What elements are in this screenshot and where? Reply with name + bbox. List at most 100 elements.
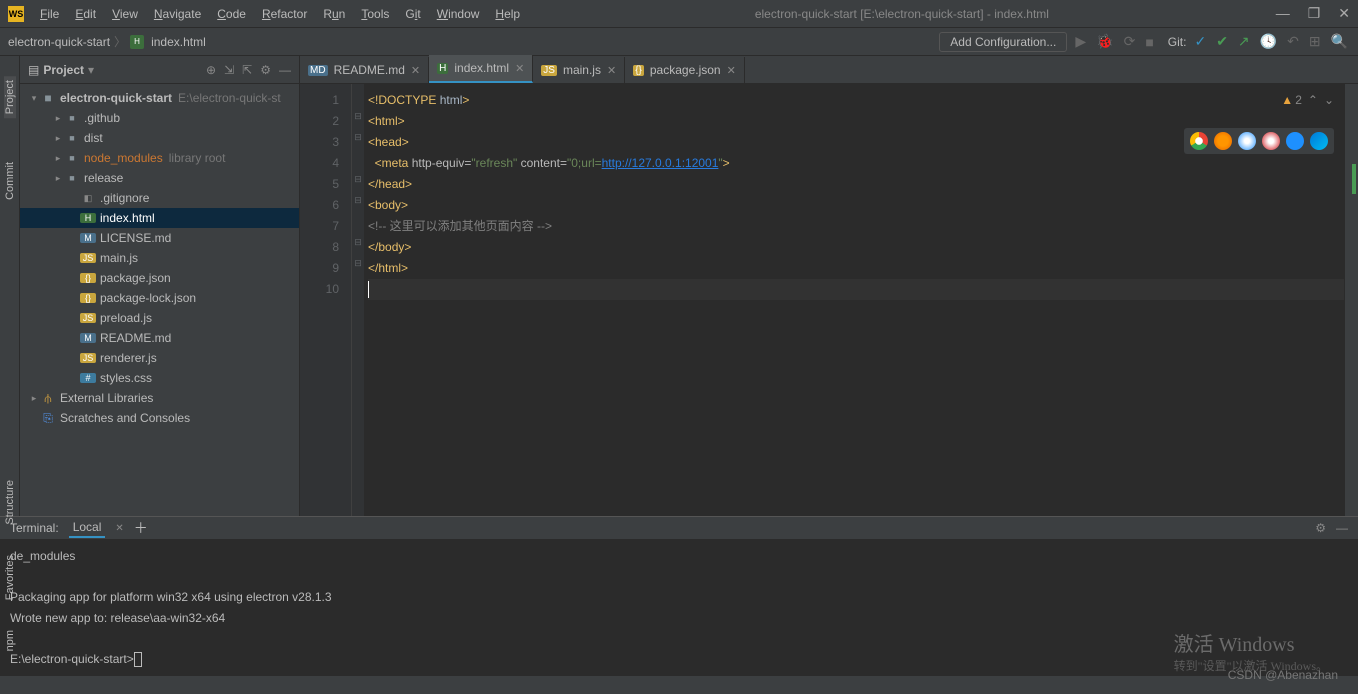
menu-edit[interactable]: Edit (67, 7, 104, 21)
tab-label: README.md (334, 63, 405, 77)
terminal-body[interactable]: de_modules Packaging app for platform wi… (0, 540, 1358, 676)
tab-close-icon[interactable]: ✕ (727, 64, 736, 77)
tree-item-preload-js[interactable]: JSpreload.js (20, 308, 299, 328)
structure-tool-tab[interactable]: Structure (4, 480, 16, 525)
tree-item-renderer-js[interactable]: JSrenderer.js (20, 348, 299, 368)
history-icon[interactable]: 🕓 (1258, 33, 1279, 50)
git-push-icon[interactable]: ↗ (1236, 33, 1252, 50)
editor-tab-main-js[interactable]: JSmain.js✕ (533, 57, 625, 83)
menu-view[interactable]: View (104, 7, 146, 21)
edge-icon[interactable] (1310, 132, 1328, 150)
tree-item-package-lock-json[interactable]: {}package-lock.json (20, 288, 299, 308)
opera-icon[interactable] (1262, 132, 1280, 150)
scrollbar-marker (1352, 164, 1356, 194)
expand-arrow-icon[interactable]: ▸ (52, 173, 64, 184)
tree-item-README-md[interactable]: MREADME.md (20, 328, 299, 348)
terminal-tab-close-icon[interactable]: ✕ (115, 523, 123, 534)
tab-close-icon[interactable]: ✕ (411, 64, 420, 77)
terminal-new-tab-icon[interactable]: ＋ (134, 518, 148, 538)
menu-run[interactable]: Run (315, 7, 353, 21)
revert-icon[interactable]: ↶ (1285, 33, 1301, 50)
menu-git[interactable]: Git (397, 7, 428, 21)
menu-refactor[interactable]: Refactor (254, 7, 315, 21)
window-title: electron-quick-start [E:\electron-quick-… (528, 7, 1276, 21)
prev-highlight-icon[interactable]: ⌃ (1308, 90, 1318, 111)
js-icon: JS (80, 253, 96, 263)
menu-help[interactable]: Help (487, 7, 528, 21)
tree-item-main-js[interactable]: JSmain.js (20, 248, 299, 268)
tab-close-icon[interactable]: ✕ (607, 64, 616, 77)
menu-code[interactable]: Code (209, 7, 254, 21)
terminal-tab-local[interactable]: Local (69, 518, 106, 538)
favorites-tool-tab[interactable]: Favorites (4, 555, 16, 600)
browser-preview-toolbar (1184, 128, 1334, 154)
next-highlight-icon[interactable]: ⌄ (1324, 90, 1334, 111)
ie-icon[interactable] (1286, 132, 1304, 150)
tree-item-index-html[interactable]: Hindex.html (20, 208, 299, 228)
tree-item-release[interactable]: ▸■release (20, 168, 299, 188)
git-pull-icon[interactable]: ✓ (1192, 33, 1208, 50)
tree-item-node_modules[interactable]: ▸■node_moduleslibrary root (20, 148, 299, 168)
expand-arrow-icon[interactable]: ▸ (52, 153, 64, 164)
tree-item-LICENSE-md[interactable]: MLICENSE.md (20, 228, 299, 248)
warnings-indicator[interactable]: ▲2 (1281, 90, 1302, 111)
title-bar: WS File Edit View Navigate Code Refactor… (0, 0, 1358, 28)
collapse-all-icon[interactable]: ⇱ (242, 63, 252, 77)
minimize-button[interactable]: — (1276, 5, 1290, 22)
tree-item-dist[interactable]: ▸■dist (20, 128, 299, 148)
expand-arrow-icon[interactable]: ▸ (52, 113, 64, 124)
breadcrumb-file[interactable]: index.html (151, 35, 206, 49)
npm-tool-tab[interactable]: npm (4, 630, 16, 651)
scratches-consoles[interactable]: ⎘ Scratches and Consoles (20, 408, 299, 428)
coverage-icon[interactable]: ⟳ (1122, 33, 1138, 50)
hide-panel-icon[interactable]: — (279, 63, 291, 77)
stop-icon[interactable]: ■ (1143, 34, 1155, 50)
firefox-icon[interactable] (1214, 132, 1232, 150)
json-icon: {} (80, 293, 96, 303)
tree-item-styles-css[interactable]: #styles.css (20, 368, 299, 388)
tree-item--gitignore[interactable]: ◧.gitignore (20, 188, 299, 208)
menu-tools[interactable]: Tools (353, 7, 397, 21)
debug-icon[interactable]: 🐞 (1094, 33, 1115, 50)
tab-close-icon[interactable]: ✕ (515, 62, 524, 75)
select-opened-file-icon[interactable]: ⊕ (206, 63, 216, 77)
project-dropdown-icon[interactable]: ▾ (88, 63, 94, 77)
editor-scrollbar[interactable] (1344, 84, 1358, 516)
tree-item--github[interactable]: ▸■.github (20, 108, 299, 128)
expand-all-icon[interactable]: ⇲ (224, 63, 234, 77)
editor-tab-package-json[interactable]: {}package.json✕ (625, 57, 745, 83)
menu-window[interactable]: Window (429, 7, 488, 21)
html-icon: H (80, 213, 96, 223)
project-tree[interactable]: ▾ ■ electron-quick-start E:\electron-qui… (20, 84, 299, 516)
editor-tab-README-md[interactable]: MDREADME.md✕ (300, 57, 429, 83)
folder-icon: ■ (40, 91, 56, 105)
expand-arrow-icon[interactable]: ▾ (28, 93, 40, 104)
editor-tab-index-html[interactable]: Hindex.html✕ (429, 55, 533, 83)
terminal-hide-icon[interactable]: — (1336, 521, 1348, 535)
settings-icon[interactable]: ⚙ (260, 63, 271, 77)
menu-file[interactable]: File (32, 7, 67, 21)
safari-icon[interactable] (1238, 132, 1256, 150)
tree-item-package-json[interactable]: {}package.json (20, 268, 299, 288)
project-tool-tab[interactable]: Project (4, 76, 16, 118)
menu-navigate[interactable]: Navigate (146, 7, 209, 21)
expand-arrow-icon[interactable]: ▸ (52, 133, 64, 144)
tree-root[interactable]: ▾ ■ electron-quick-start E:\electron-qui… (20, 88, 299, 108)
search-everywhere-icon[interactable]: 🔍 (1329, 33, 1350, 50)
add-configuration-button[interactable]: Add Configuration... (939, 32, 1067, 52)
git-commit-icon[interactable]: ✔ (1214, 33, 1230, 50)
breadcrumb-root[interactable]: electron-quick-start (8, 35, 110, 49)
maximize-button[interactable]: ❐ (1308, 5, 1321, 22)
html-file-icon: H (130, 35, 144, 49)
commit-tool-tab[interactable]: Commit (4, 158, 16, 204)
chrome-icon[interactable] (1190, 132, 1208, 150)
external-libraries[interactable]: ▸⫛ External Libraries (20, 388, 299, 408)
close-button[interactable]: ✕ (1338, 5, 1350, 22)
folder-icon: ■ (64, 133, 80, 143)
code-area[interactable]: 12345678910 ⊟⊟⊟⊟⊟⊟ <!DOCTYPE html> <html… (300, 84, 1358, 516)
file-type-icon: {} (633, 65, 644, 76)
ide-update-icon[interactable]: ⊞ (1307, 33, 1323, 50)
terminal-settings-icon[interactable]: ⚙ (1315, 521, 1326, 535)
run-icon[interactable]: ▶ (1073, 33, 1088, 50)
code-content[interactable]: <!DOCTYPE html> <html> <head> <meta http… (364, 84, 1344, 516)
